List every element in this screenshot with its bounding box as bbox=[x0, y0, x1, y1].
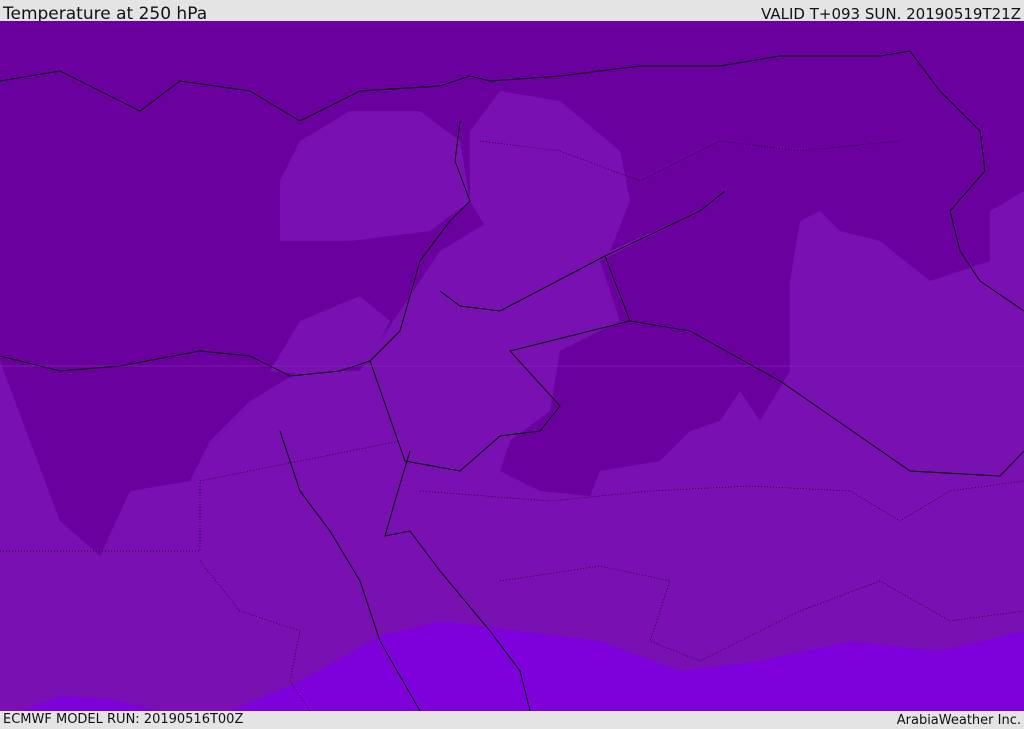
header-bar: Temperature at 250 hPa VALID T+093 SUN. … bbox=[0, 0, 1024, 24]
footer-bar: ECMWF MODEL RUN: 20190516T00Z ArabiaWeat… bbox=[0, 711, 1024, 729]
temperature-map bbox=[0, 21, 1024, 711]
brand-credit: ArabiaWeather Inc. bbox=[896, 713, 1021, 728]
model-run: ECMWF MODEL RUN: 20190516T00Z bbox=[3, 712, 244, 727]
